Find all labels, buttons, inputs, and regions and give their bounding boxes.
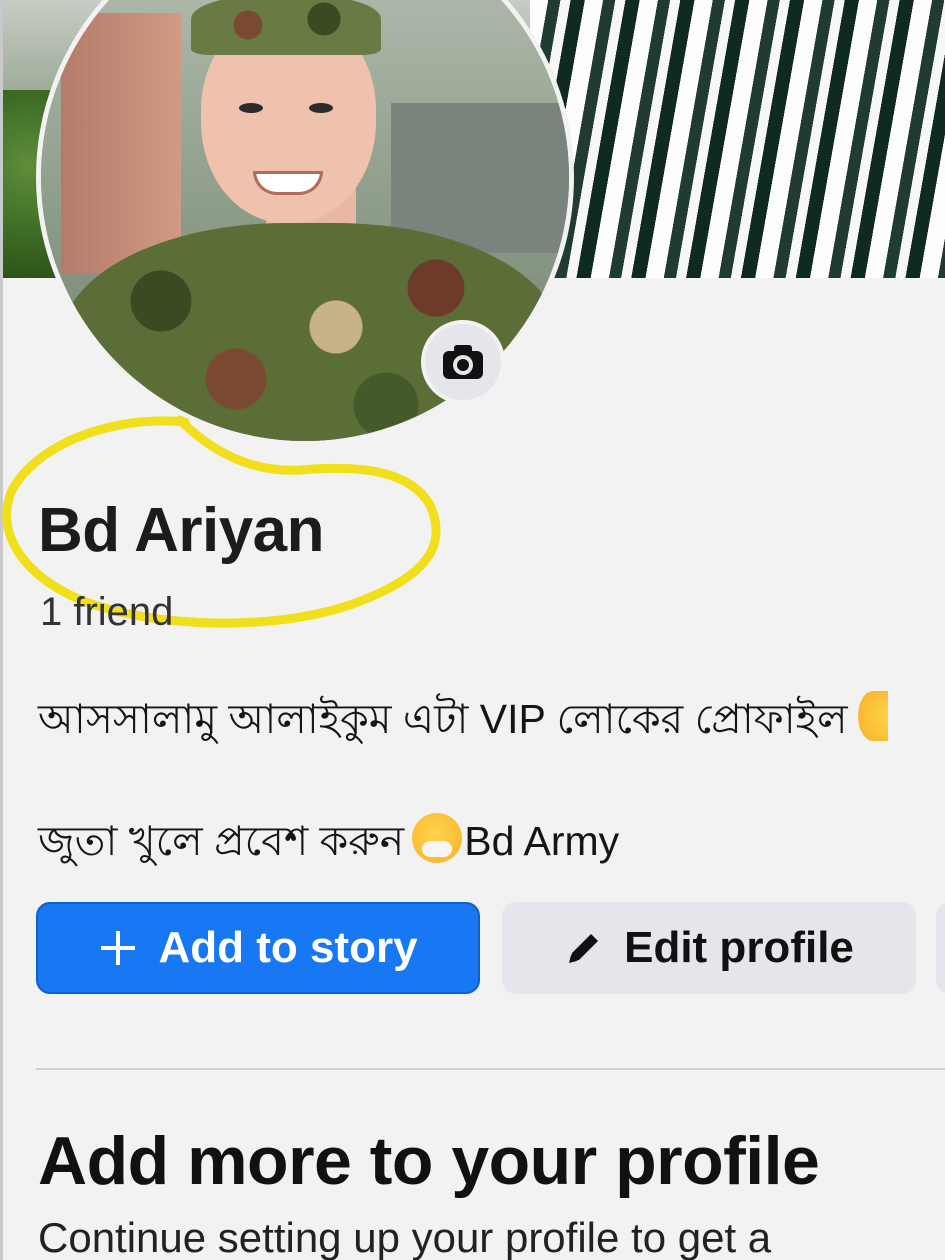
- left-edge: [0, 0, 3, 1260]
- cover-striped-shirt: [530, 0, 945, 278]
- bio-line-2-text: জুতা খুলে প্রবেশ করুন: [38, 818, 405, 864]
- divider: [36, 1068, 945, 1070]
- bio-line-2: জুতা খুলে প্রবেশ করুন Bd Army: [38, 810, 619, 879]
- face-with-hand-over-mouth-icon: [412, 813, 463, 863]
- edit-profile-label: Edit profile: [624, 923, 854, 972]
- bio-line-2-suffix: Bd Army: [464, 818, 620, 864]
- friends-count[interactable]: 1 friend: [40, 590, 173, 635]
- plus-icon: [98, 928, 138, 968]
- add-to-story-button[interactable]: Add to story: [36, 902, 480, 994]
- profile-name: Bd Ariyan: [38, 496, 325, 565]
- pencil-icon: [564, 928, 604, 968]
- profile-screen: Bd Ariyan 1 friend আসসালামু আলাইকুম এটা …: [0, 0, 945, 1260]
- bio-line-1: আসসালামু আলাইকুম এটা VIP লোকের প্রোফাইল: [38, 688, 888, 757]
- add-more-title: Add more to your profile: [38, 1123, 820, 1199]
- camera-icon: [443, 345, 483, 379]
- change-profile-photo-button[interactable]: [421, 320, 505, 404]
- add-to-story-label: Add to story: [158, 923, 418, 972]
- more-options-button[interactable]: [936, 902, 945, 994]
- edit-profile-button[interactable]: Edit profile: [502, 902, 916, 994]
- army-cap: [191, 0, 381, 55]
- bio-line-1-text: আসসালামু আলাইকুম এটা VIP লোকের প্রোফাইল: [38, 696, 848, 742]
- emoji-icon: [857, 691, 888, 741]
- add-more-subtitle: Continue setting up your profile to get …: [38, 1214, 772, 1260]
